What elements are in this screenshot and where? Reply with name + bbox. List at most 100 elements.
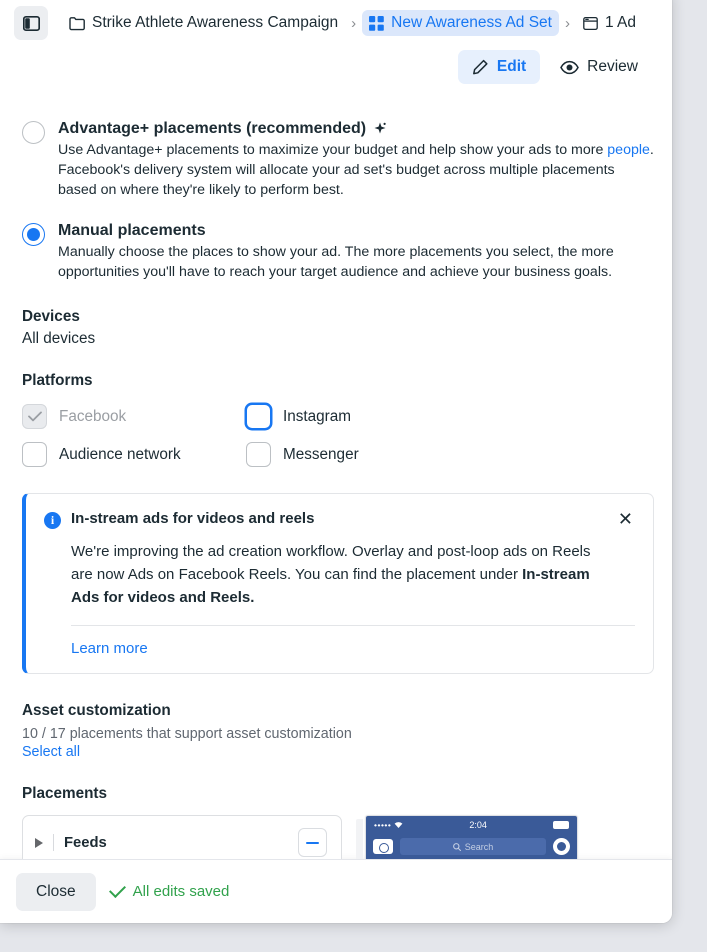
messenger-icon[interactable] (553, 838, 570, 855)
sparkle-icon (374, 122, 386, 134)
divider (53, 834, 54, 851)
status-badge: All edits saved (108, 881, 230, 900)
checkbox-row-messenger[interactable]: Messenger (246, 442, 470, 467)
ad-preview-phone: ••••• 2:04 Search (356, 815, 586, 859)
checkbox-label-facebook: Facebook (59, 407, 127, 425)
devices-label: Devices (22, 308, 80, 325)
platforms-section: Platforms Facebook Instagram Audience ne… (22, 372, 654, 467)
radio-manual-placements[interactable] (22, 223, 45, 246)
search-field[interactable]: Search (400, 838, 546, 855)
option-manual-placements[interactable]: Manual placements Manually choose the pl… (22, 222, 654, 282)
phone-search-bar: Search (366, 833, 577, 859)
ad-set-edit-dialog: Strike Athlete Awareness Campaign › New … (0, 0, 672, 923)
dialog-header: Strike Athlete Awareness Campaign › New … (0, 0, 672, 98)
placement-card-feeds[interactable]: Feeds Get high visibility for your busin… (22, 815, 342, 859)
phone-status-bar: ••••• 2:04 (366, 816, 577, 833)
close-icon[interactable]: ✕ (616, 510, 635, 528)
checkbox-row-audience-network[interactable]: Audience network (22, 442, 246, 467)
pencil-icon (472, 59, 488, 74)
banner-text: We're improving the ad creation workflow… (71, 540, 611, 609)
tab-edit-label: Edit (496, 58, 527, 75)
folder-icon (69, 16, 85, 30)
devices-section: Devices All devices (22, 308, 654, 348)
checkbox-row-facebook: Facebook (22, 404, 246, 429)
option-manual-title-row: Manual placements (58, 222, 654, 240)
tab-review-label: Review (587, 58, 638, 75)
banner-divider (71, 625, 635, 626)
asset-customization-title: Asset customization (22, 702, 171, 719)
placements-list-title: Placements (22, 785, 108, 802)
asset-customization-subtitle: 10 / 17 placements that support asset cu… (22, 726, 352, 742)
wifi-icon (394, 821, 403, 828)
search-icon (452, 842, 461, 851)
advantage-desc-part1: Use Advantage+ placements to maximize yo… (58, 142, 608, 158)
checkbox-facebook (22, 404, 47, 429)
option-manual-description: Manually choose the places to show your … (58, 244, 614, 280)
caret-right-icon[interactable] (35, 837, 43, 848)
breadcrumb-label-adset: New Awareness Ad Set (391, 14, 552, 31)
option-advantage-title: Advantage+ placements (recommended) (58, 120, 367, 137)
breadcrumb-item-ad[interactable]: 1 Ad (576, 10, 643, 36)
checkbox-label-messenger: Messenger (283, 445, 359, 463)
signal-dots-icon: ••••• (374, 819, 392, 830)
banner-title: In-stream ads for videos and reels (71, 510, 315, 527)
breadcrumb-separator-2: › (564, 14, 570, 32)
devices-value: All devices (22, 330, 96, 347)
page-background: Strike Athlete Awareness Campaign › New … (0, 0, 707, 952)
checkbox-label-audience-network: Audience network (59, 445, 181, 463)
breadcrumb-label-ad: 1 Ad (604, 14, 637, 31)
banner-learn-more-link[interactable]: Learn more (71, 640, 148, 657)
eye-icon (560, 60, 580, 74)
checkbox-row-instagram[interactable]: Instagram (246, 404, 470, 429)
phone-screen: ••••• 2:04 Search (365, 815, 578, 859)
placement-name-feeds: Feeds (64, 834, 107, 851)
breadcrumb-item-adset[interactable]: New Awareness Ad Set (362, 10, 559, 36)
breadcrumb-item-campaign[interactable]: Strike Athlete Awareness Campaign (62, 10, 345, 36)
search-placeholder-text: Search (464, 841, 494, 852)
window-icon (583, 16, 598, 30)
phone-time: 2:04 (469, 819, 487, 830)
banner-learn-more-wrap: Learn more (71, 640, 635, 657)
camera-icon[interactable] (373, 839, 393, 854)
dialog-body: Placements Learn more Advantage+ placeme… (0, 98, 672, 859)
info-icon: i (44, 512, 61, 529)
option-advantage-description: Use Advantage+ placements to maximize yo… (58, 140, 654, 200)
option-advantage-placements[interactable]: Advantage+ placements (recommended) Use … (22, 120, 654, 200)
checkbox-instagram[interactable] (246, 404, 271, 429)
breadcrumb-label-campaign: Strike Athlete Awareness Campaign (92, 14, 339, 31)
placement-card-header: Feeds (35, 828, 327, 857)
status-text: All edits saved (132, 883, 230, 900)
battery-icon (553, 820, 569, 829)
minus-icon-button[interactable] (298, 828, 327, 857)
scroll-content[interactable]: Placements Learn more Advantage+ placeme… (0, 98, 672, 859)
asset-customization-section: Asset customization 10 / 17 placements t… (22, 702, 654, 761)
sidebar-panel-icon (22, 15, 40, 31)
sidebar-panel-toggle-button[interactable] (14, 6, 48, 40)
banner-header: i In-stream ads for videos and reels ✕ (44, 510, 635, 529)
checkbox-label-instagram: Instagram (283, 407, 352, 425)
tab-edit[interactable]: Edit (457, 50, 541, 84)
grid-squares-icon (369, 15, 384, 31)
check-icon (108, 881, 126, 898)
placements-list-section: Placements Feeds Get high visibility for… (22, 785, 654, 859)
banner-text-part1: We're improving the ad creation workflow… (71, 543, 591, 583)
tab-review[interactable]: Review (546, 50, 652, 84)
checkbox-messenger[interactable] (246, 442, 271, 467)
checkbox-audience-network[interactable] (22, 442, 47, 467)
dialog-footer: Close All edits saved (0, 859, 672, 923)
select-all-link[interactable]: Select all (22, 744, 80, 760)
close-button[interactable]: Close (16, 872, 96, 911)
platforms-checkbox-grid: Facebook Instagram Audience network Mess… (22, 404, 654, 467)
phone-side-shadow (356, 819, 363, 859)
breadcrumb-separator-1: › (351, 14, 357, 32)
instream-ads-info-banner: i In-stream ads for videos and reels ✕ W… (22, 493, 654, 674)
header-tabs: Edit Review (14, 46, 658, 98)
option-advantage-title-row: Advantage+ placements (recommended) (58, 120, 654, 138)
people-link[interactable]: people (607, 142, 650, 158)
radio-advantage-placements[interactable] (22, 121, 45, 144)
breadcrumb: Strike Athlete Awareness Campaign › New … (14, 0, 658, 46)
option-manual-title: Manual placements (58, 222, 206, 239)
platforms-label: Platforms (22, 372, 93, 389)
placements-and-preview: Feeds Get high visibility for your busin… (22, 815, 654, 859)
check-icon (27, 411, 42, 422)
